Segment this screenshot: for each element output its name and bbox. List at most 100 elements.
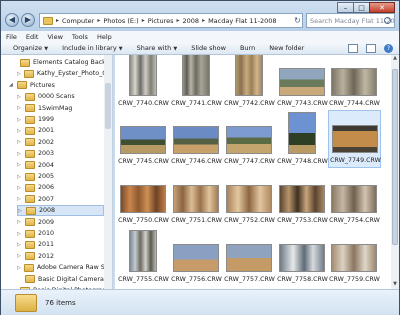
photo-thumbnail[interactable] [235,55,263,96]
expand-arrow-icon[interactable]: ▷ [17,231,22,237]
photo-thumbnail[interactable] [332,125,378,153]
file-item[interactable]: CRW_7759.CRW [328,228,381,286]
tree-item[interactable]: ▷ 2001 [17,125,104,136]
file-item[interactable]: CRW_7754.CRW [328,169,381,227]
photo-thumbnail[interactable] [226,126,272,154]
expand-arrow-icon[interactable]: ▷ [17,174,22,180]
menu-tools[interactable]: Tools [72,33,88,41]
minimize-button[interactable]: – [337,2,354,13]
expand-arrow-icon[interactable]: ▷ [17,105,22,111]
file-item[interactable]: CRW_7740.CRW [117,55,170,110]
expand-arrow-icon[interactable]: ▷ [17,196,22,202]
tree-item[interactable]: ▷ 2004 [17,160,104,171]
photo-thumbnail[interactable] [173,244,219,272]
burn-button[interactable]: Burn [240,44,255,52]
photo-thumbnail[interactable] [279,68,325,96]
address-bar[interactable]: ▸ Computer ▸ Photos (E:) ▸ Pictures ▸ 20… [39,13,303,28]
photo-thumbnail[interactable] [173,126,219,154]
photo-thumbnail[interactable] [120,185,166,213]
file-item[interactable]: CRW_7750.CRW [117,169,170,227]
expand-arrow-icon[interactable]: ▷ [17,94,22,100]
include-in-library-button[interactable]: Include in library ▼ [62,44,123,52]
file-item[interactable]: CRW_7756.CRW [170,228,223,286]
photo-thumbnail[interactable] [226,185,272,213]
refresh-icon[interactable]: ↻ [292,14,303,27]
file-item[interactable]: CRW_7743.CRW [276,55,329,110]
forward-button[interactable]: ▶ [21,13,35,27]
photo-thumbnail[interactable] [279,244,325,272]
tree-item[interactable]: ▷ 2008 [17,205,104,217]
menu-view[interactable]: View [47,33,62,41]
file-item[interactable]: CRW_7744.CRW [328,55,381,110]
tree-item[interactable]: ▷ 2010 [17,228,104,239]
share-with-button[interactable]: Share with ▼ [137,44,178,52]
photo-thumbnail[interactable] [279,185,325,213]
photo-thumbnail[interactable] [331,244,377,272]
tree-item[interactable]: ▷ Adobe Camera Raw Sheppa [17,262,112,273]
expand-arrow-icon[interactable]: ▷ [17,265,21,271]
photo-thumbnail[interactable] [182,55,210,96]
file-item[interactable]: CRW_7751.CRW [170,169,223,227]
expand-arrow-icon[interactable]: ◢ [9,82,14,88]
photo-thumbnail[interactable] [331,185,377,213]
file-item[interactable]: CRW_7746.CRW [170,110,223,168]
file-item[interactable]: CRW_7747.CRW [223,110,276,168]
tree-item[interactable]: ▷ 2011 [17,239,104,250]
photo-thumbnail[interactable] [120,126,166,154]
file-item[interactable]: CRW_7753.CRW [276,169,329,227]
photo-thumbnail[interactable] [129,55,157,96]
tree-item[interactable]: ▷ 2002 [17,137,104,148]
help-icon[interactable]: ? [384,44,393,53]
back-button[interactable]: ◀ [5,13,19,27]
tree-item[interactable]: Basic Digital Camera [17,274,104,285]
preview-pane-icon[interactable] [366,44,376,53]
file-item[interactable]: CRW_7741.CRW [170,55,223,110]
content-scrollbar[interactable]: ▲ ▼ [391,55,399,289]
breadcrumb-photos-drive[interactable]: Photos (E:) [103,17,138,25]
tree-item[interactable]: ▷ 2012 [17,251,104,262]
file-item[interactable]: CRW_7749.CRW [328,110,381,168]
scroll-down-icon[interactable]: ▼ [391,281,399,289]
tree-item[interactable]: ▷ 0000 Scans [17,91,104,102]
tree-item[interactable]: ▷ 1999 [17,114,104,125]
tree-item[interactable]: ▷ 2009 [17,217,104,228]
file-item[interactable]: CRW_7742.CRW [223,55,276,110]
expand-arrow-icon[interactable]: ▷ [17,139,22,145]
view-options-icon[interactable] [348,44,358,53]
file-item[interactable]: CRW_7755.CRW [117,228,170,286]
slide-show-button[interactable]: Slide show [191,44,226,52]
menu-edit[interactable]: Edit [26,33,39,41]
menu-file[interactable]: File [6,33,17,41]
tree-item[interactable]: ◢ Pictures [9,80,104,91]
expand-arrow-icon[interactable]: ▷ [17,151,22,157]
breadcrumb-2008[interactable]: 2008 [183,17,200,25]
file-item[interactable]: CRW_7745.CRW [117,110,170,168]
expand-arrow-icon[interactable]: ▷ [18,208,23,214]
close-button[interactable]: ✕ [369,2,395,13]
maximize-button[interactable]: □ [353,2,370,13]
expand-arrow-icon[interactable]: ▷ [17,219,22,225]
photo-thumbnail[interactable] [288,112,316,154]
file-item[interactable]: CRW_7758.CRW [276,228,329,286]
file-item[interactable]: CRW_7752.CRW [223,169,276,227]
search-input[interactable]: Search Macday Flat 11-2008 [306,13,395,28]
content-scrollbar-thumb[interactable] [392,69,398,245]
menu-help[interactable]: Help [97,33,112,41]
expand-arrow-icon[interactable]: ▷ [17,128,22,134]
tree-item[interactable]: Elements Catalog Backups 08 [17,57,112,68]
expand-arrow-icon[interactable]: ▷ [17,242,22,248]
photo-thumbnail[interactable] [173,185,219,213]
breadcrumb-computer[interactable]: Computer [62,17,94,25]
tree-item[interactable]: ▷ 2007 [17,194,104,205]
tree-item[interactable]: ▷ 1SwimMag [17,103,104,114]
organize-button[interactable]: Organize ▼ [13,44,48,52]
tree-item[interactable]: ▷ 2006 [17,182,104,193]
photo-thumbnail[interactable] [331,68,377,96]
expand-arrow-icon[interactable]: ▷ [17,185,22,191]
scroll-up-icon[interactable]: ▲ [391,55,399,63]
new-folder-button[interactable]: New folder [269,44,304,52]
photo-thumbnail[interactable] [129,230,157,272]
nav-scrollbar[interactable] [104,55,112,289]
expand-arrow-icon[interactable]: ▷ [17,162,22,168]
expand-arrow-icon[interactable]: ▷ [17,253,22,259]
